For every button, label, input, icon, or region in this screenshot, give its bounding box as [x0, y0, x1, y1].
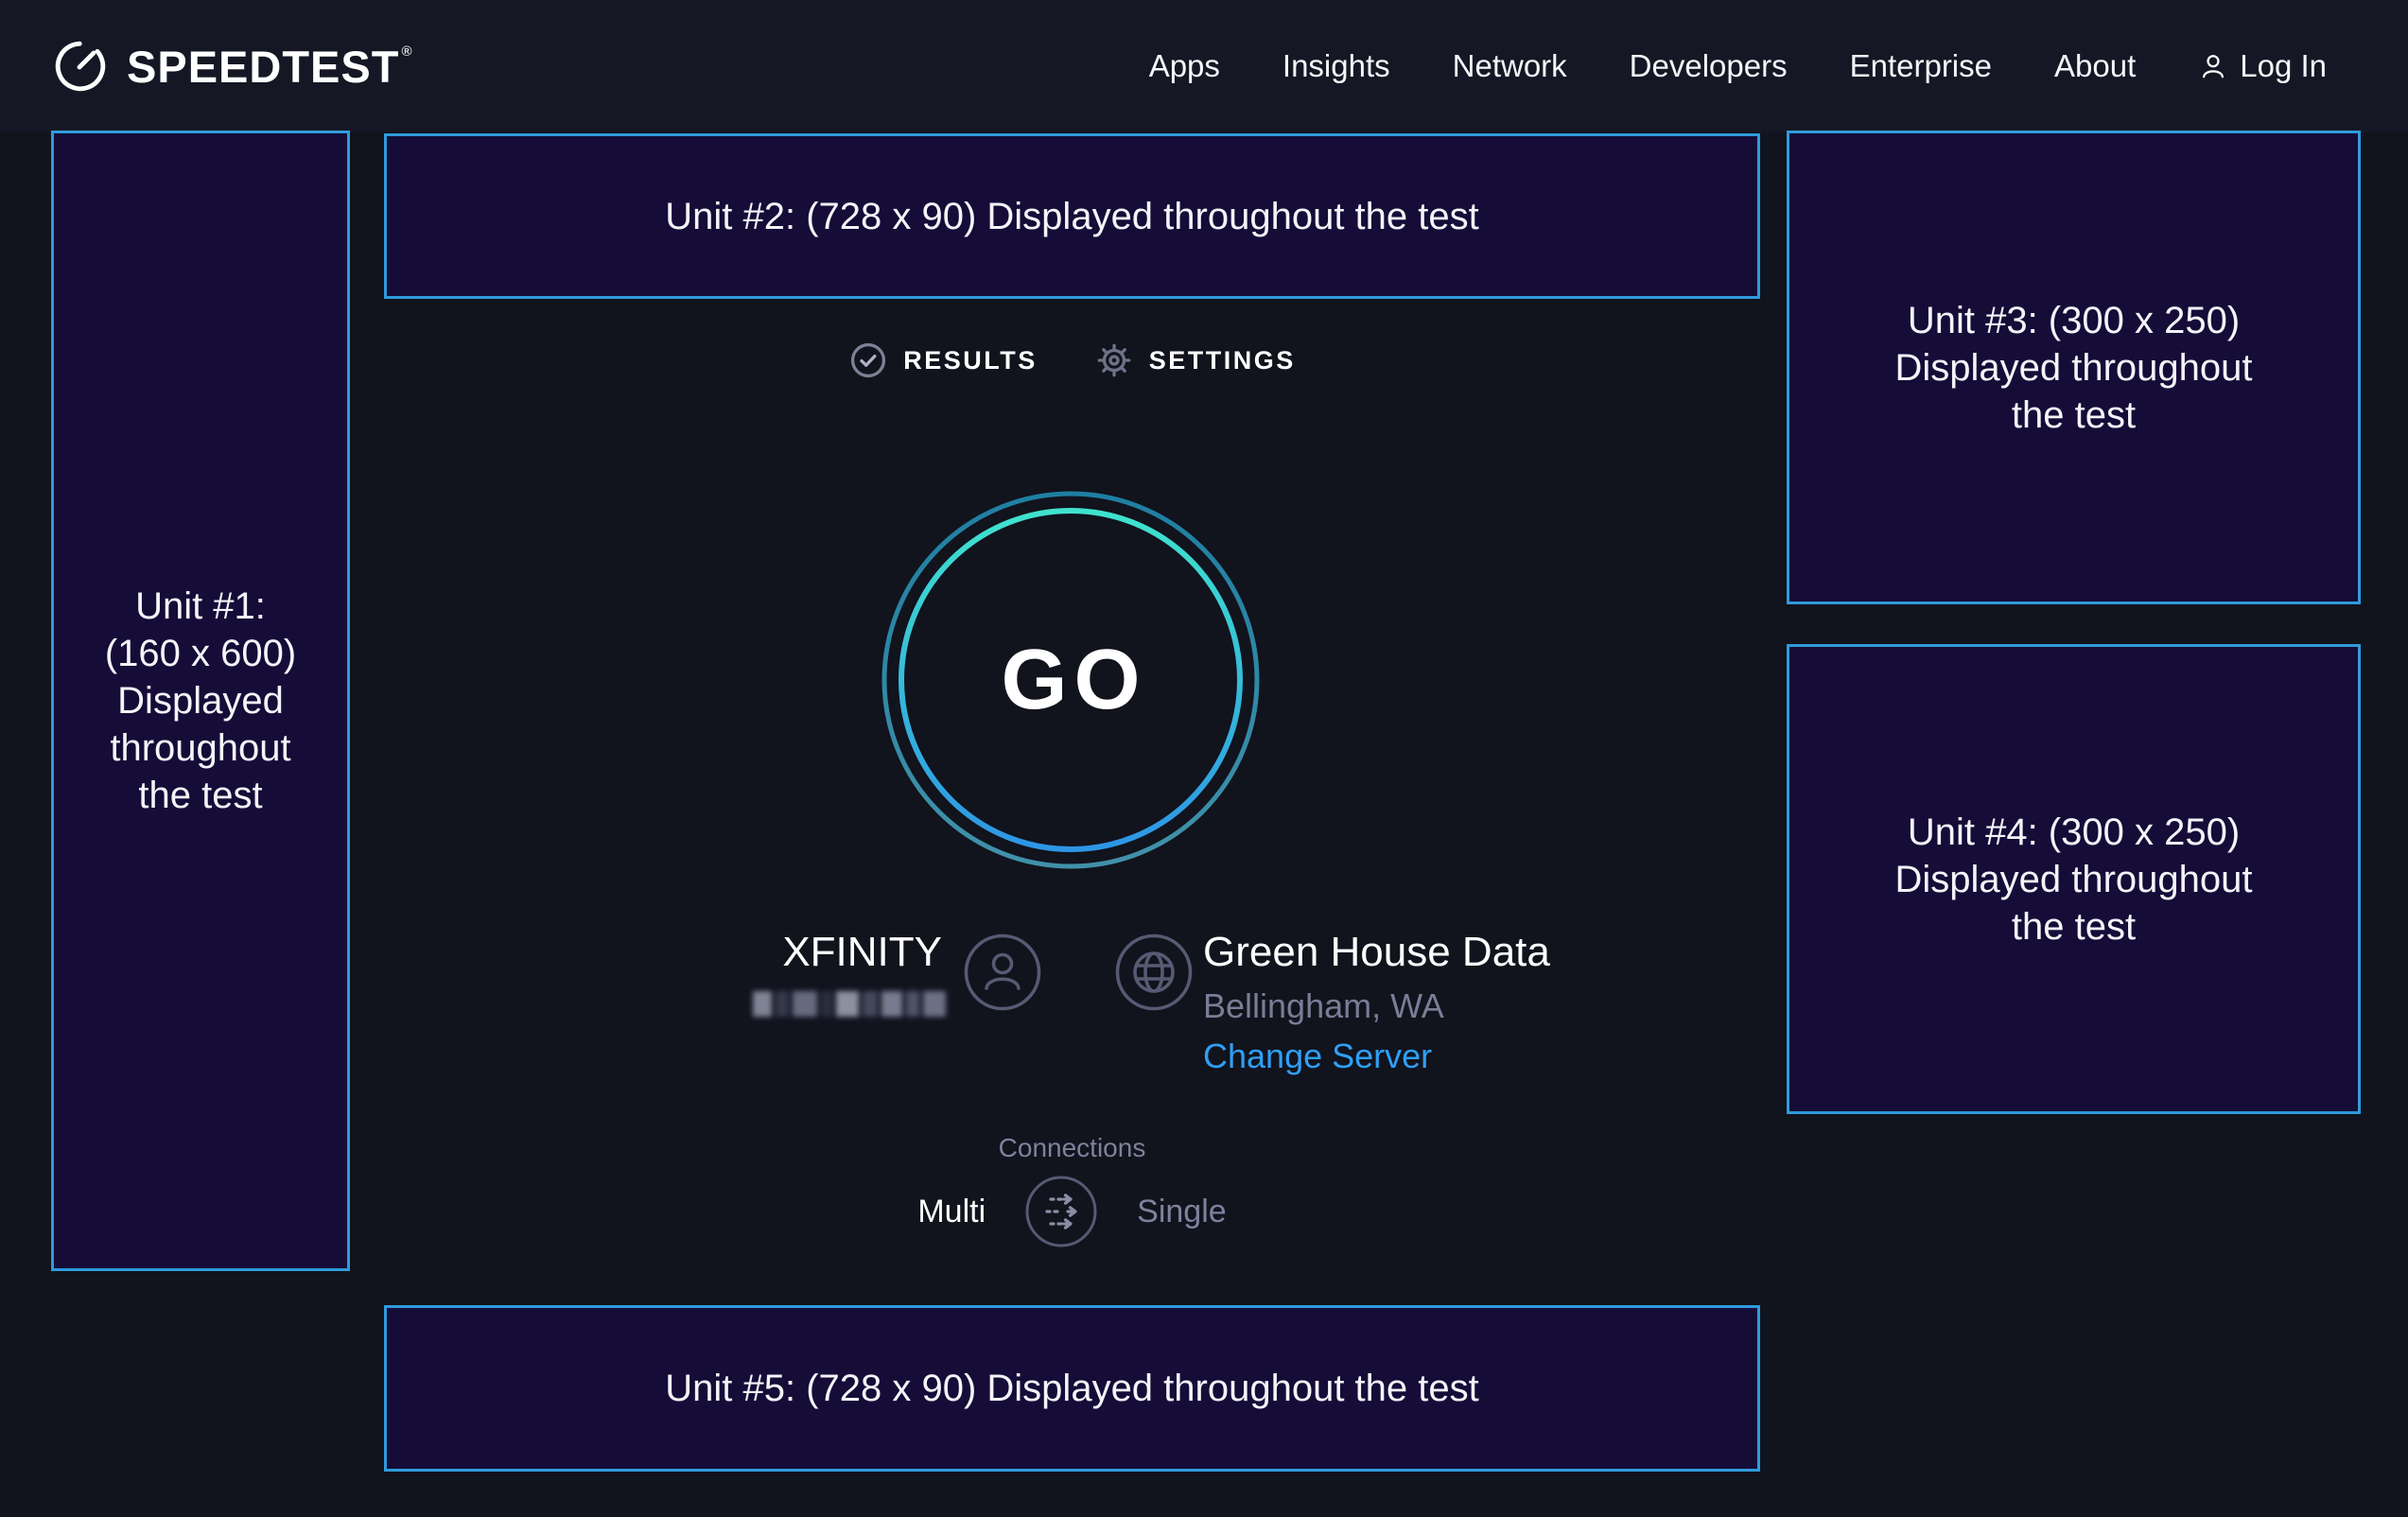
nav-developers[interactable]: Developers [1630, 48, 1788, 84]
connections-toggle-row: Multi Single [384, 1176, 1760, 1247]
ad-text-line: the test [2012, 392, 2136, 439]
logo-wordmark: SPEEDTEST® [127, 41, 413, 93]
tab-results-label: RESULTS [903, 346, 1038, 375]
go-label: GO [872, 481, 1269, 879]
server-location: Bellingham, WA [1203, 986, 1444, 1026]
top-navbar: SPEEDTEST® Apps Insights Network Develop… [0, 0, 2408, 132]
ad-text-line: Displayed [117, 677, 284, 724]
check-circle-icon [848, 340, 888, 380]
ad-text-line: Displayed throughout [1894, 856, 2252, 903]
login-user-icon [2198, 51, 2228, 81]
nav-network[interactable]: Network [1453, 48, 1567, 84]
change-server-link[interactable]: Change Server [1203, 1037, 1432, 1076]
connections-single-option[interactable]: Single [1137, 1194, 1227, 1230]
ad-text-line: Displayed throughout [1894, 344, 2252, 392]
connections-multi-option[interactable]: Multi [917, 1194, 986, 1230]
connections-label: Connections [384, 1133, 1760, 1163]
ad-text-line: Unit #4: (300 x 250) [1908, 809, 2240, 856]
server-name: Green House Data [1203, 929, 1550, 976]
main-nav: Apps Insights Network Developers Enterpr… [1149, 0, 2327, 132]
ad-unit-5-728x90[interactable]: Unit #5: (728 x 90) Displayed throughout… [384, 1305, 1760, 1472]
trademark-mark: ® [401, 44, 412, 60]
speedtest-logo[interactable]: SPEEDTEST® [53, 0, 413, 132]
nav-about[interactable]: About [2054, 48, 2136, 84]
results-settings-tabs: RESULTS SETTINGS [384, 340, 1760, 380]
login-button[interactable]: Log In [2198, 48, 2327, 84]
tab-results[interactable]: RESULTS [848, 340, 1038, 380]
ad-text-line: Unit #3: (300 x 250) [1908, 297, 2240, 344]
tab-settings-label: SETTINGS [1149, 346, 1296, 375]
speedometer-icon [53, 39, 108, 94]
nav-insights[interactable]: Insights [1283, 48, 1390, 84]
gear-icon [1094, 340, 1134, 380]
ad-text-line: (160 x 600) [105, 630, 296, 677]
go-button[interactable]: GO [872, 481, 1269, 879]
nav-apps[interactable]: Apps [1149, 48, 1220, 84]
tab-settings[interactable]: SETTINGS [1094, 340, 1296, 380]
ad-text-line: the test [138, 772, 262, 819]
connections-toggle-icon[interactable] [1025, 1176, 1097, 1247]
ad-unit-4-300x250[interactable]: Unit #4: (300 x 250) Displayed throughou… [1787, 644, 2361, 1114]
nav-enterprise[interactable]: Enterprise [1850, 48, 1992, 84]
ad-unit-2-728x90[interactable]: Unit #2: (728 x 90) Displayed throughout… [384, 133, 1760, 299]
ad-unit-1-160x600[interactable]: Unit #1: (160 x 600) Displayed throughou… [51, 131, 350, 1271]
isp-user-icon [964, 933, 1041, 1011]
ad-text-line: the test [2012, 903, 2136, 950]
ad-text-line: throughout [110, 724, 290, 772]
ad-text-line: Unit #5: (728 x 90) Displayed throughout… [665, 1365, 1479, 1412]
ad-unit-3-300x250[interactable]: Unit #3: (300 x 250) Displayed throughou… [1787, 131, 2361, 604]
ad-text-line: Unit #1: [135, 583, 266, 630]
isp-name: XFINITY [605, 929, 942, 976]
server-globe-icon [1115, 933, 1193, 1011]
ad-text-line: Unit #2: (728 x 90) Displayed throughout… [665, 193, 1479, 240]
isp-ip-redacted [747, 991, 946, 1017]
